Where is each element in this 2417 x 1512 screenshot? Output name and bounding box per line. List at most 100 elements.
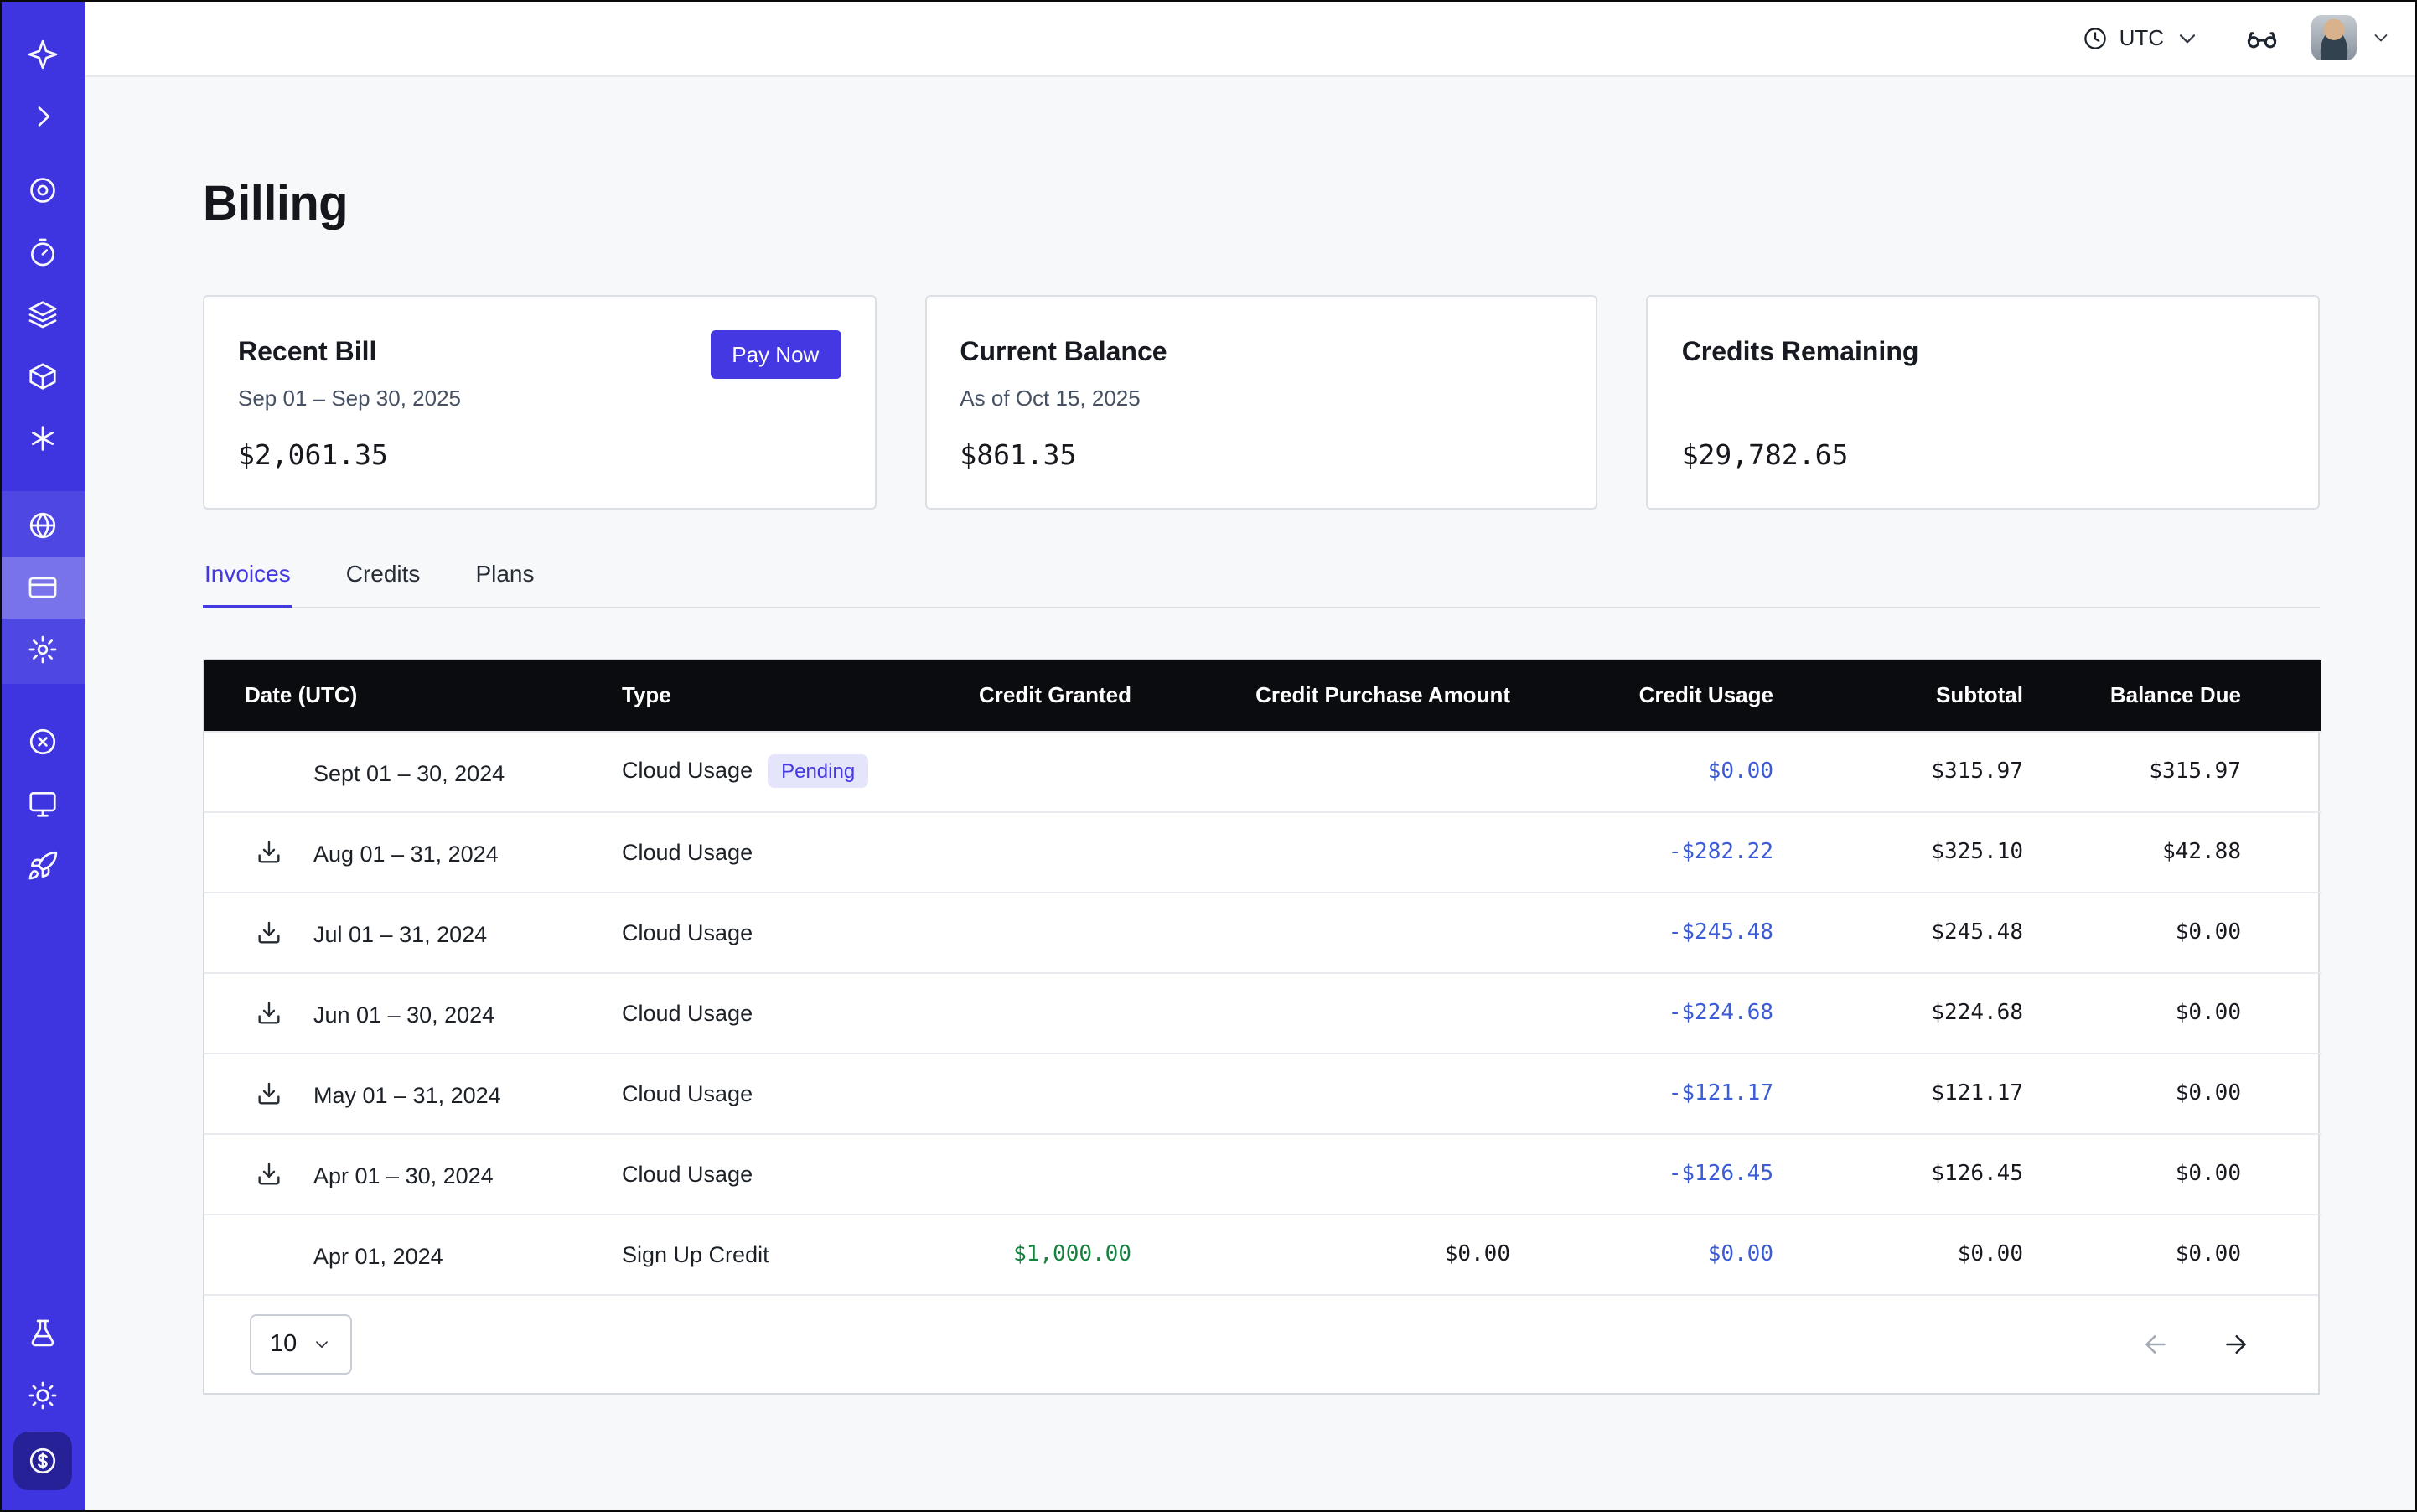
status-badge: Pending: [768, 754, 868, 788]
tabs: Invoices Credits Plans: [203, 560, 2320, 608]
balance-due-cell: $0.00: [2023, 892, 2321, 972]
page-size-value: 10: [270, 1331, 297, 1358]
invoice-table: Date (UTC) Type Credit Granted Credit Pu…: [204, 660, 2321, 1294]
balance-due-cell: $42.88: [2023, 811, 2321, 892]
asterisk-icon: [27, 422, 59, 454]
download-invoice-button[interactable]: [255, 998, 283, 1027]
sidebar-item-globe[interactable]: [0, 495, 85, 557]
col-subtotal: Subtotal: [1773, 660, 2023, 731]
pay-now-button[interactable]: Pay Now: [710, 329, 841, 378]
credit-purchase-cell: [1131, 811, 1510, 892]
credit-usage-cell: -$245.48: [1510, 892, 1773, 972]
glasses-icon[interactable]: [2244, 20, 2280, 55]
timer-icon: [27, 236, 59, 268]
download-icon: [255, 918, 283, 946]
sidebar: [0, 0, 85, 1512]
summary-cards: Recent Bill Pay Now Sep 01 – Sep 30, 202…: [203, 295, 2320, 510]
credit-granted-cell: [934, 811, 1131, 892]
sidebar-item-target[interactable]: [0, 159, 85, 221]
dollar-circle-icon: [27, 1445, 59, 1477]
sidebar-item-circle-x[interactable]: [0, 711, 85, 773]
invoice-row: May 01 – 31, 2024 Cloud Usage -$121.17 $…: [204, 1053, 2321, 1133]
page-size-select[interactable]: 10: [250, 1314, 352, 1375]
next-page-button[interactable]: [2221, 1329, 2251, 1359]
credits-remaining-sub: [1682, 386, 2285, 412]
sidebar-item-rocket[interactable]: [0, 835, 85, 897]
invoice-date: Sept 01 – 30, 2024: [313, 760, 505, 785]
credit-purchase-cell: [1131, 892, 1510, 972]
billing-app: UTC Billing Recent Bill Pay Now Sep 01 –…: [0, 0, 2417, 1512]
sidebar-item-cube[interactable]: [0, 345, 85, 407]
credit-card-icon: [27, 572, 59, 603]
circle-x-icon: [27, 726, 59, 758]
invoice-date: Jul 01 – 31, 2024: [313, 921, 487, 946]
download-invoice-button[interactable]: [255, 1079, 283, 1107]
sidebar-section-top: [0, 0, 85, 148]
credit-usage-cell: -$121.17: [1510, 1053, 1773, 1133]
balance-due-cell: $315.97: [2023, 731, 2321, 811]
recent-bill-title: Recent Bill: [238, 339, 376, 369]
tab-credits[interactable]: Credits: [344, 560, 422, 607]
invoice-table-body: Sept 01 – 30, 2024 Cloud Usage Pending $0…: [204, 731, 2321, 1294]
sidebar-item-gear[interactable]: [0, 619, 85, 681]
topbar: UTC: [85, 0, 2417, 77]
sidebar-section-billing-group: [0, 491, 85, 684]
current-balance-as-of: As of Oct 15, 2025: [960, 386, 1562, 412]
invoice-type: Cloud Usage: [622, 1080, 753, 1106]
logo-icon: [27, 39, 59, 70]
download-invoice-button[interactable]: [255, 1159, 283, 1188]
current-balance-amount: $861.35: [960, 439, 1562, 471]
sidebar-item-asterisk[interactable]: [0, 407, 85, 469]
col-balance-due: Balance Due: [2023, 660, 2321, 731]
download-invoice-button[interactable]: [255, 837, 283, 866]
sidebar-item-chevron-right[interactable]: [0, 85, 85, 148]
avatar[interactable]: [2311, 15, 2357, 60]
subtotal-cell: $224.68: [1773, 972, 2023, 1053]
balance-due-cell: $0.00: [2023, 1053, 2321, 1133]
invoice-row: Apr 01 – 30, 2024 Cloud Usage -$126.45 $…: [204, 1133, 2321, 1214]
pagination: [2140, 1329, 2251, 1359]
download-icon: [255, 837, 283, 866]
col-credit-granted: Credit Granted: [934, 660, 1131, 731]
tab-plans[interactable]: Plans: [474, 560, 536, 607]
content: Billing Recent Bill Pay Now Sep 01 – Sep…: [85, 77, 2417, 1512]
sidebar-item-sun[interactable]: [0, 1364, 85, 1427]
page-title: Billing: [203, 178, 2320, 233]
balance-due-cell: $0.00: [2023, 1214, 2321, 1294]
chevron-right-icon: [27, 101, 59, 132]
credits-remaining-title: Credits Remaining: [1682, 339, 1919, 369]
invoice-type: Cloud Usage: [622, 919, 753, 945]
subtotal-cell: $0.00: [1773, 1214, 2023, 1294]
credit-purchase-cell: [1131, 731, 1510, 811]
current-balance-title: Current Balance: [960, 339, 1167, 369]
sidebar-item-dollar-circle[interactable]: [0, 1427, 85, 1495]
invoice-table-header-row: Date (UTC) Type Credit Granted Credit Pu…: [204, 660, 2321, 731]
account-menu-chevron-icon[interactable]: [2370, 27, 2392, 49]
layers-icon: [27, 298, 59, 330]
sidebar-item-monitor[interactable]: [0, 773, 85, 835]
sidebar-item-logo[interactable]: [0, 23, 85, 85]
main-area: UTC Billing Recent Bill Pay Now Sep 01 –…: [85, 0, 2417, 1512]
recent-bill-card: Recent Bill Pay Now Sep 01 – Sep 30, 202…: [203, 295, 876, 510]
table-footer: 10: [204, 1294, 2318, 1393]
previous-page-button[interactable]: [2140, 1329, 2171, 1359]
credit-granted-cell: [934, 1133, 1131, 1214]
invoice-type: Cloud Usage: [622, 758, 753, 783]
credit-usage-cell: $0.00: [1510, 731, 1773, 811]
tab-invoices[interactable]: Invoices: [203, 560, 292, 608]
chevron-down-icon: [312, 1334, 332, 1354]
chevron-down-icon: [2174, 24, 2201, 51]
rocket-icon: [27, 850, 59, 882]
sidebar-item-credit-card[interactable]: [0, 557, 85, 619]
flask-icon: [27, 1318, 59, 1349]
credit-granted-cell: [934, 731, 1131, 811]
sidebar-item-timer[interactable]: [0, 221, 85, 283]
download-invoice-button[interactable]: [255, 918, 283, 946]
timezone-selector[interactable]: UTC: [2083, 24, 2201, 51]
sidebar-item-flask[interactable]: [0, 1302, 85, 1364]
timezone-label: UTC: [2119, 25, 2164, 50]
download-icon: [255, 1079, 283, 1107]
credits-remaining-card: Credits Remaining $29,782.65: [1647, 295, 2320, 510]
globe-icon: [27, 510, 59, 541]
sidebar-item-layers[interactable]: [0, 283, 85, 345]
